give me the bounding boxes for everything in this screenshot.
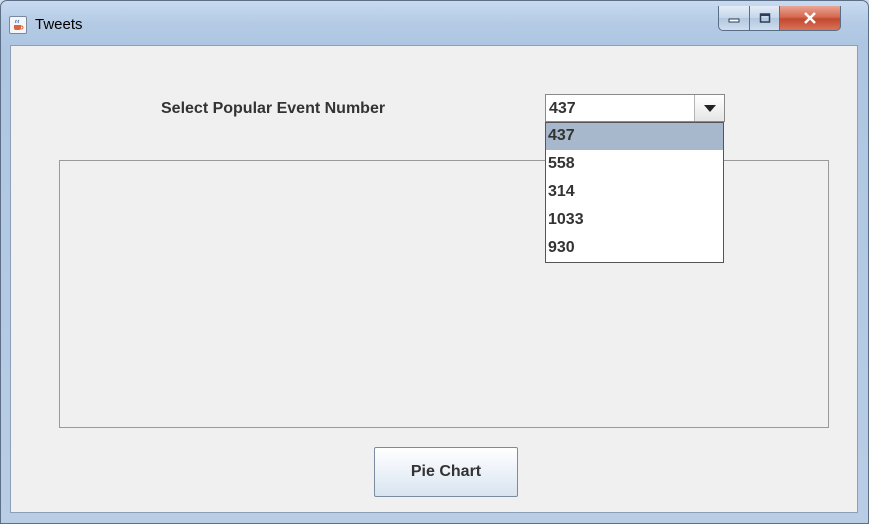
event-number-combobox[interactable]: 437	[545, 94, 725, 122]
window-title: Tweets	[35, 16, 83, 33]
java-cup-icon	[9, 16, 27, 34]
app-window: Tweets Select Popular Event Number 437 4…	[0, 0, 869, 524]
combo-dropdown-list[interactable]: 437 558 314 1033 930	[545, 122, 724, 263]
title-bar[interactable]: Tweets	[1, 1, 868, 45]
pie-chart-button[interactable]: Pie Chart	[374, 447, 518, 497]
chevron-down-icon	[704, 105, 716, 112]
dropdown-option[interactable]: 314	[546, 179, 723, 206]
dropdown-option[interactable]: 437	[546, 123, 723, 150]
dropdown-option[interactable]: 558	[546, 151, 723, 178]
close-button[interactable]	[779, 6, 841, 31]
event-number-label: Select Popular Event Number	[161, 100, 386, 117]
content-area: Select Popular Event Number 437 437 558 …	[10, 45, 858, 513]
maximize-button[interactable]	[749, 6, 780, 31]
dropdown-option[interactable]: 930	[546, 235, 723, 262]
dropdown-option[interactable]: 1033	[546, 207, 723, 234]
minimize-button[interactable]	[718, 6, 750, 31]
combo-selected-value: 437	[549, 100, 576, 117]
combo-arrow-button[interactable]	[694, 95, 724, 121]
